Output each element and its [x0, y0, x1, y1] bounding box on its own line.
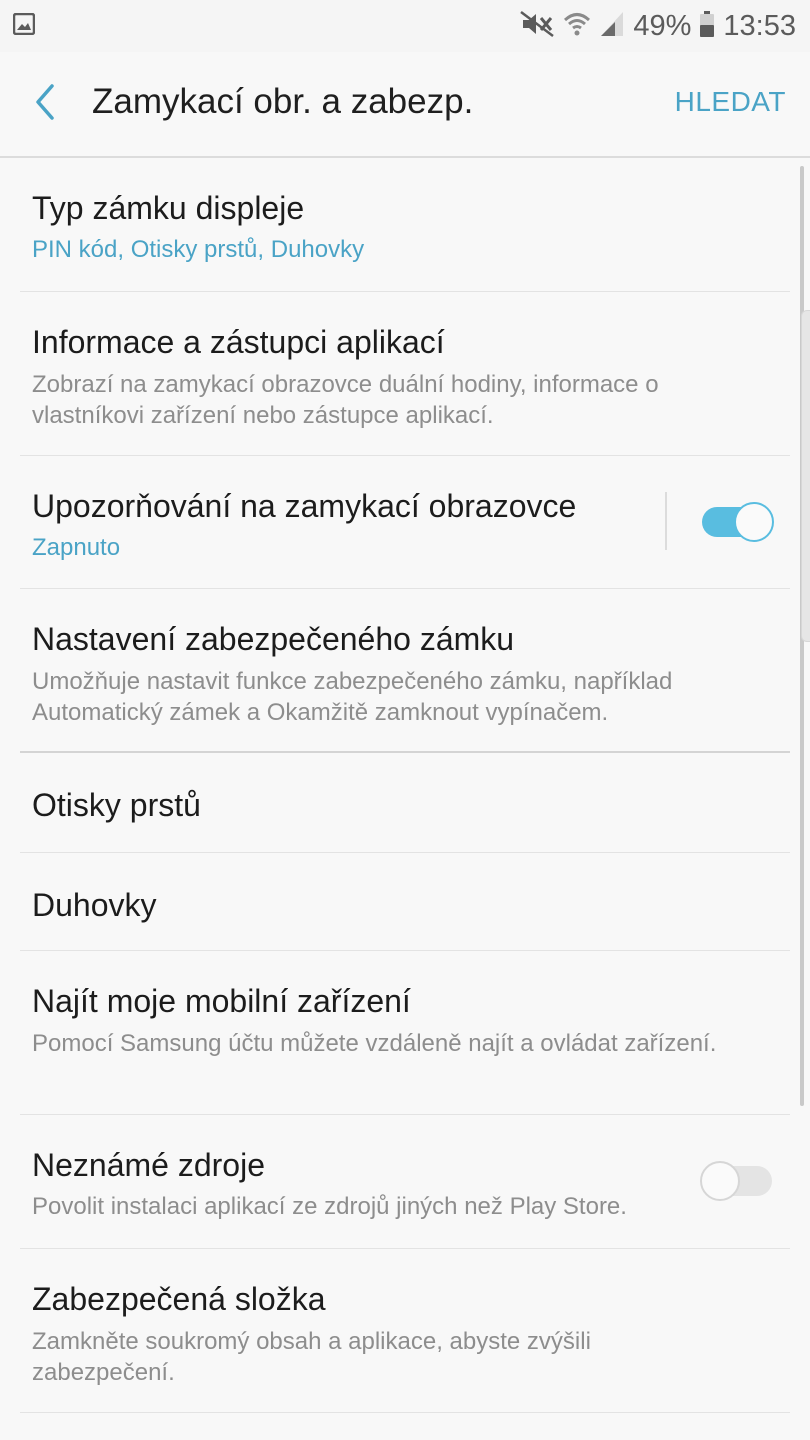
list-item-lockscreen-notifications[interactable]: Upozorňování na zamykací obrazovce Zapnu… [20, 456, 790, 589]
switch-knob [700, 1161, 740, 1201]
item-subtitle: Zapnuto [32, 534, 121, 561]
divider [665, 492, 667, 550]
item-title: Nastavení zabezpečeného zámku [32, 621, 515, 657]
gallery-icon [12, 12, 36, 36]
lockscreen-notifications-toggle[interactable] [700, 502, 774, 542]
item-title: Neznámé zdroje [32, 1147, 265, 1183]
item-title: Otisky prstů [32, 787, 201, 823]
edge-panel-handle[interactable] [801, 310, 810, 642]
item-title: Zabezpečená složka [32, 1281, 326, 1317]
battery-percent: 49% [633, 9, 692, 42]
page-title: Zamykací obr. a zabezp. [92, 82, 474, 121]
settings-list: Typ zámku displeje PIN kód, Otisky prstů… [0, 158, 810, 1413]
app-bar: Zamykací obr. a zabezp. HLEDAT [0, 52, 810, 158]
list-item-find-my-mobile[interactable]: Najít moje mobilní zařízení Pomocí Samsu… [20, 951, 790, 1115]
item-title: Upozorňování na zamykací obrazovce [32, 488, 577, 524]
unknown-sources-toggle[interactable] [700, 1161, 774, 1201]
switch-knob [734, 502, 774, 542]
list-item-screen-lock-type[interactable]: Typ zámku displeje PIN kód, Otisky prstů… [20, 158, 790, 292]
item-title: Informace a zástupci aplikací [32, 324, 445, 360]
back-button[interactable] [26, 80, 66, 124]
list-item-secure-folder[interactable]: Zabezpečená složka Zamkněte soukromý obs… [20, 1249, 790, 1413]
item-subtitle: Povolit instalaci aplikací ze zdrojů jin… [32, 1193, 627, 1220]
item-subtitle: Zobrazí na zamykací obrazovce duální hod… [32, 371, 659, 429]
list-item-fingerprints[interactable]: Otisky prstů [20, 753, 790, 853]
item-subtitle: Zamkněte soukromý obsah a aplikace, abys… [32, 1328, 591, 1386]
chevron-left-icon [36, 84, 54, 120]
status-bar: 49% 13:53 [0, 0, 810, 52]
list-item-irises[interactable]: Duhovky [20, 853, 790, 951]
item-title: Duhovky [32, 887, 157, 923]
wifi-icon [563, 10, 591, 43]
list-item-info-app-shortcuts[interactable]: Informace a zástupci aplikací Zobrazí na… [20, 292, 790, 456]
clock: 13:53 [723, 9, 796, 42]
item-subtitle: Umožňuje nastavit funkce zabezpečeného z… [32, 668, 673, 726]
list-item-unknown-sources[interactable]: Neznámé zdroje Povolit instalaci aplikac… [20, 1115, 790, 1249]
search-button[interactable]: HLEDAT [675, 86, 786, 118]
item-subtitle: PIN kód, Otisky prstů, Duhovky [32, 236, 365, 263]
battery-icon [699, 10, 715, 43]
item-title: Typ zámku displeje [32, 190, 305, 226]
item-title: Najít moje mobilní zařízení [32, 983, 411, 1019]
mute-icon [519, 10, 555, 43]
signal-icon [599, 10, 625, 43]
list-item-secure-lock-settings[interactable]: Nastavení zabezpečeného zámku Umožňuje n… [20, 589, 790, 753]
item-subtitle: Pomocí Samsung účtu můžete vzdáleně nají… [32, 1030, 717, 1057]
